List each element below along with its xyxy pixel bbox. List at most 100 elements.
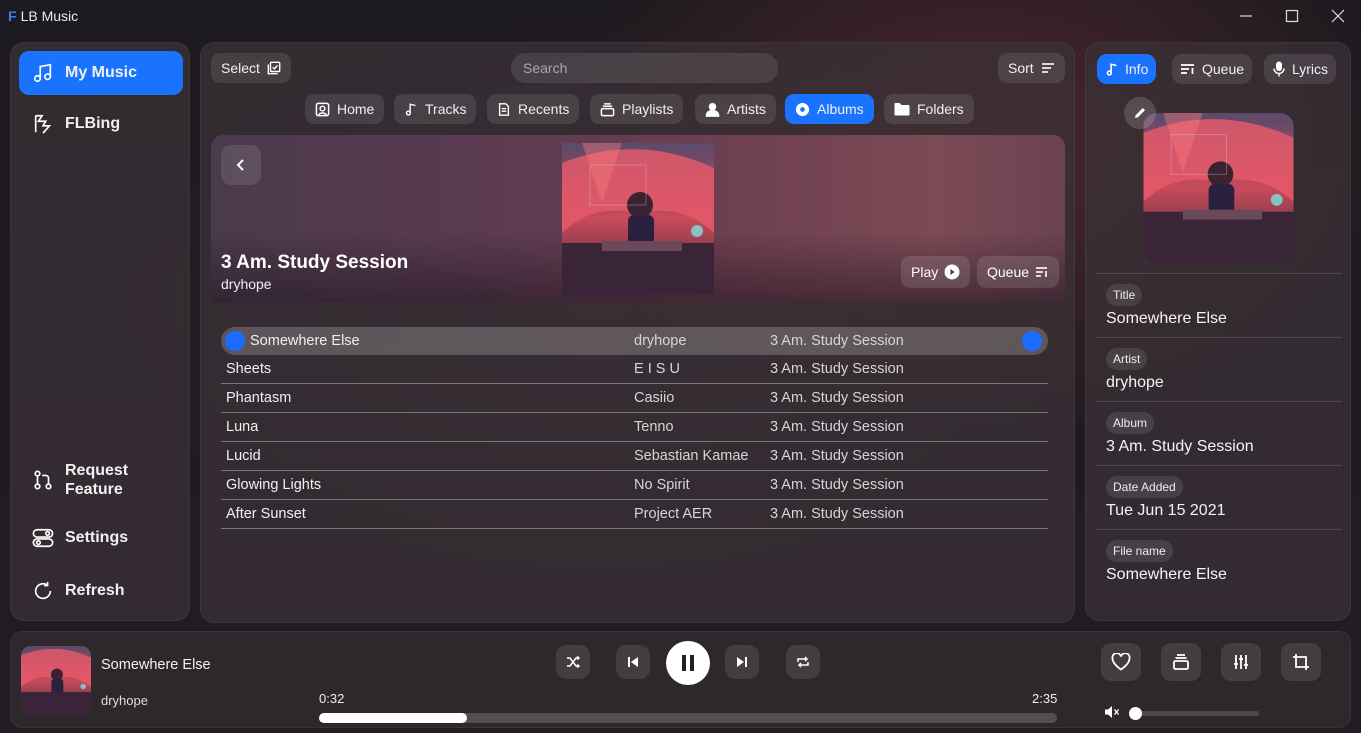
microphone-icon	[1273, 61, 1285, 77]
tab-tracks[interactable]: Tracks	[394, 94, 477, 124]
info-field-label: Date Added	[1106, 476, 1183, 498]
track-album: 3 Am. Study Session	[770, 477, 904, 493]
shuffle-icon	[567, 656, 580, 668]
album-artist: dryhope	[221, 276, 272, 292]
track-row[interactable]: Glowing Lights No Spirit 3 Am. Study Sessi…	[221, 471, 1048, 500]
volume-mute-icon	[1105, 706, 1120, 718]
pull-request-icon	[31, 468, 55, 492]
favorite-button[interactable]	[1101, 643, 1141, 681]
close-icon	[1331, 9, 1345, 23]
tab-folders[interactable]: Folders	[884, 94, 974, 124]
track-title: Sheets	[226, 361, 272, 377]
tab-albums[interactable]: Albums	[785, 94, 874, 124]
sort-button[interactable]: Sort	[998, 53, 1065, 83]
track-title: Lucid	[226, 448, 261, 464]
edit-cover-button[interactable]	[1124, 97, 1156, 129]
info-field-value: Somewhere Else	[1106, 566, 1227, 583]
pencil-icon	[1135, 108, 1145, 118]
track-options-dot[interactable]	[1022, 331, 1042, 351]
volume-slider[interactable]	[1129, 707, 1259, 720]
next-button[interactable]	[725, 645, 759, 679]
track-artist: Tenno	[634, 419, 674, 435]
tab-label: Home	[337, 101, 375, 117]
track-row[interactable]: Sheets E I S U 3 Am. Study Session	[221, 355, 1048, 384]
track-row[interactable]: Luna Tenno 3 Am. Study Session	[221, 413, 1048, 442]
player-bar: Somewhere Else dryhope 0:32 2:35	[10, 631, 1351, 728]
repeat-button[interactable]	[786, 645, 820, 679]
tab-lyrics[interactable]: Lyrics	[1264, 54, 1337, 84]
minimize-icon	[1240, 15, 1252, 17]
track-title: Phantasm	[226, 390, 292, 406]
duration-time: 2:35	[1032, 691, 1058, 706]
info-field-label: Album	[1106, 412, 1155, 434]
sidebar-item-request-feature[interactable]: Request Feature	[19, 455, 183, 505]
progress-fill	[319, 713, 467, 723]
sort-label: Sort	[1008, 60, 1034, 76]
mini-player-button[interactable]	[1281, 643, 1321, 681]
album-title: 3 Am. Study Session	[221, 252, 409, 273]
sidebar-item-my-music[interactable]: My Music	[19, 51, 183, 95]
close-button[interactable]	[1315, 0, 1361, 32]
playlist-button[interactable]	[1161, 643, 1201, 681]
album-play-button[interactable]: Play	[901, 256, 971, 288]
track-title: Somewhere Else	[250, 333, 360, 349]
chevron-left-icon	[236, 159, 244, 171]
track-artist: Project AER	[634, 506, 713, 522]
stack-icon	[1173, 654, 1189, 670]
tab-recents[interactable]: Recents	[487, 94, 580, 124]
title-bar: F LB Music	[0, 0, 1361, 32]
sidebar-item-label: FLBing	[65, 115, 121, 132]
pause-icon	[682, 655, 694, 671]
document-icon	[498, 102, 510, 116]
tab-label: Queue	[1202, 61, 1245, 77]
search-input[interactable]	[511, 53, 778, 83]
track-album: 3 Am. Study Session	[770, 419, 904, 435]
minimize-button[interactable]	[1223, 0, 1269, 32]
select-button[interactable]: Select	[211, 53, 291, 83]
sidebar-item-label: Settings	[65, 529, 129, 546]
back-button[interactable]	[221, 145, 261, 185]
track-row[interactable]: Phantasm Casiio 3 Am. Study Session	[221, 384, 1048, 413]
shuffle-button[interactable]	[556, 645, 590, 679]
folder-icon	[894, 103, 910, 116]
info-field: Date Added Tue Jun 15 2021	[1096, 465, 1342, 529]
volume-knob[interactable]	[1129, 707, 1142, 720]
sidebar-item-settings[interactable]: Settings	[19, 516, 183, 560]
info-panel: Info Queue Lyrics Title Somewhere Else Art…	[1085, 42, 1351, 621]
track-row[interactable]: Lucid Sebastian Kamae 3 Am. Study Session	[221, 442, 1048, 471]
sidebar-item-flbing[interactable]: FLBing	[19, 102, 183, 146]
sidebar-item-refresh[interactable]: Refresh	[19, 569, 183, 613]
pause-button[interactable]	[666, 641, 710, 685]
track-row[interactable]: After Sunset Project AER 3 Am. Study Sessi…	[221, 500, 1048, 529]
track-artist: Sebastian Kamae	[634, 448, 749, 464]
info-field-value: Tue Jun 15 2021	[1106, 502, 1226, 519]
person-icon	[705, 102, 720, 117]
info-field-value: dryhope	[1106, 374, 1164, 391]
previous-button[interactable]	[616, 645, 650, 679]
play-circle-icon	[944, 264, 960, 280]
equalizer-button[interactable]	[1221, 643, 1261, 681]
progress-bar[interactable]	[319, 713, 1057, 723]
album-cover-image	[21, 646, 91, 716]
tab-home[interactable]: Home	[305, 94, 385, 124]
volume-button[interactable]	[1104, 705, 1120, 724]
track-artist: dryhope	[634, 333, 687, 349]
tab-info[interactable]: Info	[1097, 54, 1157, 84]
select-icon	[267, 61, 281, 75]
tab-playlists[interactable]: Playlists	[590, 94, 684, 124]
queue-icon	[1036, 267, 1048, 277]
album-queue-button[interactable]: Queue	[977, 256, 1060, 288]
track-row[interactable]: Somewhere Else dryhope 3 Am. Study Session	[221, 327, 1048, 355]
track-artist: E I S U	[634, 361, 680, 377]
album-cover-image	[1143, 113, 1294, 263]
crop-icon	[1293, 654, 1309, 670]
album-play-label: Play	[911, 264, 939, 280]
sidebar-item-label: Refresh	[65, 582, 125, 599]
skip-next-icon	[737, 657, 747, 667]
tab-artists[interactable]: Artists	[695, 94, 776, 124]
track-album: 3 Am. Study Session	[770, 333, 904, 349]
sidebar: My Music FLBing Request Feature Settings…	[10, 42, 190, 621]
track-album: 3 Am. Study Session	[770, 506, 904, 522]
tab-queue[interactable]: Queue	[1172, 54, 1253, 84]
maximize-button[interactable]	[1269, 0, 1315, 32]
